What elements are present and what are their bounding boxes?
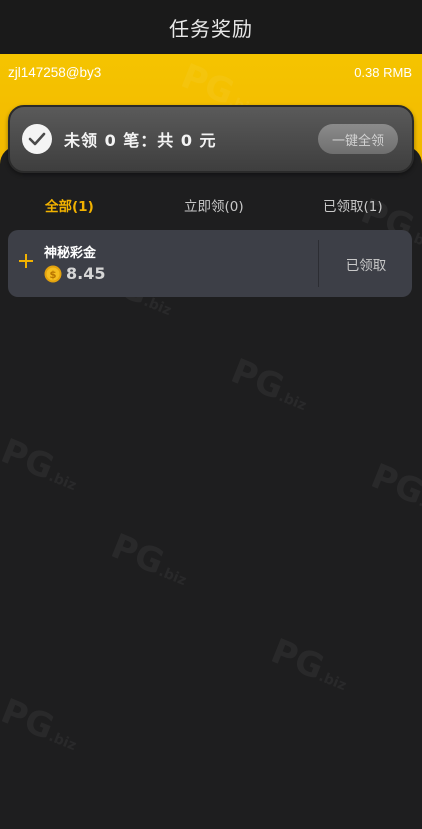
tab-all[interactable]: 全部(1) <box>45 195 94 215</box>
tab-claim-now[interactable]: 立即领(0) <box>184 195 244 215</box>
svg-text:$: $ <box>50 270 57 281</box>
account-id: zjl147258@by3 <box>8 64 102 80</box>
reward-name: 神秘彩金 <box>44 246 97 261</box>
tab-claimed[interactable]: 已领取(1) <box>323 195 383 215</box>
reward-amount: 8.45 <box>66 264 106 283</box>
account-balance: 0.38 RMB <box>354 64 412 80</box>
account-row: zjl147258@by3 0.38 RMB <box>0 54 422 90</box>
check-icon <box>22 124 52 154</box>
unclaimed-summary-card: 未领 0 笔：共 0 元 一键全领 <box>8 105 414 173</box>
reward-tabs: 全部(1) 立即领(0) 已领取(1) <box>0 190 422 220</box>
top-bar: 任务奖励 <box>0 0 422 54</box>
reward-status: 已领取 <box>345 257 387 274</box>
page-title: 任务奖励 <box>169 16 253 41</box>
unclaimed-summary-text: 未领 0 笔：共 0 元 <box>64 131 217 150</box>
plus-icon[interactable] <box>19 254 33 268</box>
reward-item[interactable]: 神秘彩金 $ 8.45 已领取 <box>8 230 412 297</box>
coin-icon: $ <box>44 265 62 283</box>
divider <box>318 240 319 287</box>
claim-all-button[interactable]: 一键全领 <box>318 124 398 154</box>
